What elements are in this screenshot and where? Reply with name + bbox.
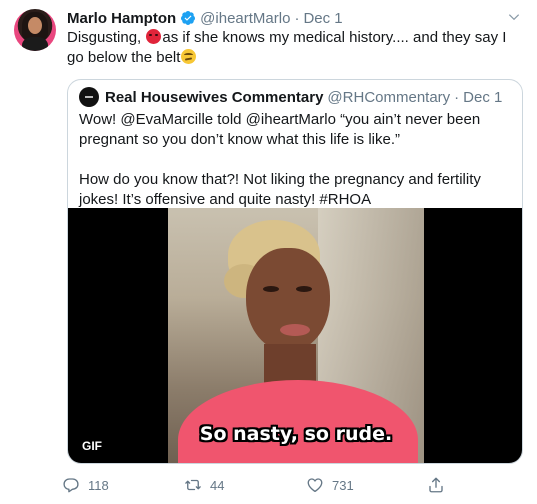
share-icon: [429, 477, 443, 493]
quoted-avatar: [79, 87, 99, 107]
reply-button[interactable]: 118: [62, 476, 109, 494]
retweet-button[interactable]: 44: [184, 476, 224, 494]
quoted-author-handle: @RHCommentary: [327, 88, 451, 106]
like-button[interactable]: 731: [306, 476, 354, 494]
quoted-separator-dot: ·: [454, 88, 460, 106]
share-button[interactable]: [427, 476, 453, 494]
reply-icon: [63, 478, 79, 493]
retweet-icon: [185, 479, 201, 491]
separator-dot: ·: [294, 9, 300, 27]
verified-badge-icon: [181, 11, 196, 25]
quoted-paragraph-2: How do you know that?! Not liking the pr…: [79, 171, 481, 208]
quoted-paragraph-1: Wow! @EvaMarcille told @iheartMarlo “you…: [79, 111, 481, 148]
chevron-down-icon[interactable]: [507, 10, 521, 24]
gif-caption: So nasty, so rude.: [199, 423, 393, 445]
avatar[interactable]: [14, 9, 56, 51]
quoted-tweet[interactable]: Real Housewives Commentary @RHCommentary…: [67, 79, 523, 464]
tweet-header: Marlo Hampton @iheartMarlo · Dec 1: [67, 9, 343, 27]
quoted-tweet-text: Wow! @EvaMarcille told @iheartMarlo “you…: [79, 110, 515, 210]
author-name[interactable]: Marlo Hampton: [67, 10, 176, 27]
tweet-text-part1: Disgusting,: [67, 29, 142, 46]
like-icon: [307, 478, 323, 493]
quoted-author-name: Real Housewives Commentary: [105, 88, 324, 106]
raised-eyebrow-face-icon: [181, 49, 197, 64]
quoted-tweet-header: Real Housewives Commentary @RHCommentary…: [79, 87, 503, 107]
gif-badge: GIF: [77, 436, 107, 456]
action-bar: 118 44 731: [62, 476, 462, 496]
tweet[interactable]: Marlo Hampton @iheartMarlo · Dec 1 Disgu…: [0, 0, 537, 504]
tweet-text: Disgusting, as if she knows my medical h…: [67, 28, 517, 68]
retweet-count: 44: [210, 477, 225, 493]
gif-media[interactable]: So nasty, so rude. GIF: [68, 208, 522, 463]
author-handle[interactable]: @iheartMarlo: [200, 10, 290, 27]
quoted-date: Dec 1: [463, 88, 503, 106]
angry-face-icon: [146, 29, 162, 44]
reply-count: 118: [88, 477, 109, 493]
tweet-date[interactable]: Dec 1: [303, 10, 342, 27]
like-count: 731: [332, 477, 354, 493]
gif-frame: So nasty, so rude.: [168, 208, 424, 463]
